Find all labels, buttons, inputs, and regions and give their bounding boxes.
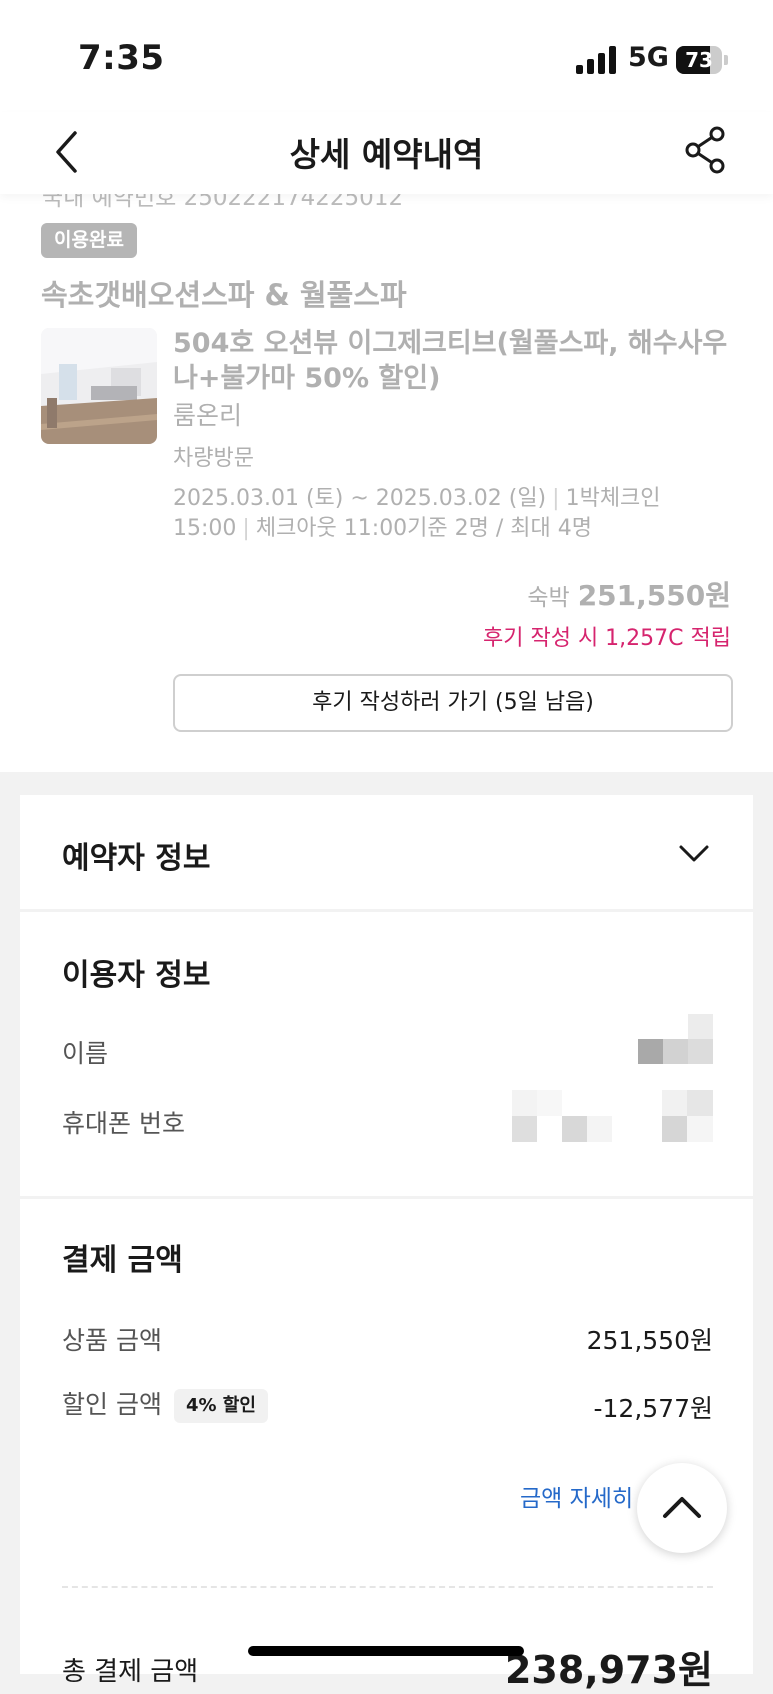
price-label: 숙박: [527, 585, 570, 611]
visit-method: 차량방문: [173, 446, 254, 471]
phone-value-redacted: [512, 1090, 713, 1142]
home-indicator[interactable]: [248, 1646, 524, 1656]
product-price-value: 251,550원: [586, 1326, 713, 1355]
page-title: 상세 예약내역: [289, 135, 484, 174]
phone-label: 휴대폰 번호: [62, 1109, 185, 1138]
product-price-label: 상품 금액: [62, 1326, 162, 1355]
discount-value: -12,577원: [593, 1394, 714, 1423]
divider: [62, 1586, 713, 1588]
total-price-value: 238,973원: [504, 1648, 713, 1692]
payment-section: 결제 금액 상품 금액 251,550원 할인 금액 4% 할인 -12,577원…: [20, 1199, 753, 1692]
booker-info-title: 예약자 정보: [62, 841, 211, 876]
reservation-card: 국내 예약번호 250222174225012 이용완료 속초갯배오션스파 & …: [0, 194, 773, 772]
payment-title: 결제 금액: [62, 1243, 183, 1278]
write-review-button[interactable]: 후기 작성하러 가기 (5일 남음): [173, 674, 733, 732]
status-badge: 이용완료: [41, 223, 137, 258]
total-price-label: 총 결제 금액: [62, 1657, 199, 1687]
room-thumbnail[interactable]: [41, 328, 157, 444]
nights-checkin: 1박체크인: [565, 486, 661, 511]
signal-icon: [576, 46, 618, 74]
top-nav-bar: 상세 예약내역: [0, 112, 773, 194]
user-info-section: 이용자 정보 이름 휴대폰 번호: [20, 912, 753, 1196]
discount-label: 할인 금액: [62, 1390, 162, 1419]
share-button[interactable]: [680, 124, 732, 176]
room-type: 룸온리: [173, 401, 243, 430]
date-range: 2025.03.01 (토) ~ 2025.03.02 (일): [173, 486, 547, 511]
scroll-top-button[interactable]: [637, 1463, 727, 1553]
chevron-down-icon[interactable]: [676, 835, 712, 871]
chevron-up-icon: [663, 1497, 701, 1518]
price-value: 251,550원: [577, 579, 731, 612]
review-point-notice: 후기 작성 시 1,257C 적립: [483, 626, 731, 651]
reservation-number: 국내 예약번호 250222174225012: [42, 194, 404, 211]
stay-price: 숙박 251,550원: [527, 574, 731, 614]
room-name: 504호 오션뷰 이그제크티브(월풀스파, 해수사우나+불가마 50% 할인): [173, 328, 728, 394]
booker-info-section[interactable]: 예약자 정보: [20, 795, 753, 909]
checkout-info: 체크아웃 11:00기준 2명 / 최대 4명: [255, 516, 593, 541]
network-type: 5G: [628, 42, 669, 73]
discount-row: 할인 금액 4% 할인: [62, 1385, 268, 1423]
user-info-title: 이용자 정보: [62, 958, 211, 993]
name-value-redacted: [638, 1014, 713, 1064]
discount-badge: 4% 할인: [173, 1389, 268, 1423]
status-time: 7:35: [78, 38, 165, 78]
status-bar: 7:35 5G 73: [0, 0, 773, 112]
share-icon: [685, 126, 725, 174]
checkin-time: 15:00: [173, 516, 237, 541]
battery-icon: 73: [676, 46, 730, 74]
battery-level: 73: [685, 48, 713, 72]
stay-dates: 2025.03.01 (토) ~ 2025.03.02 (일) | 1박체크인 15…: [173, 486, 661, 541]
name-label: 이름: [62, 1039, 109, 1068]
hotel-name[interactable]: 속초갯배오션스파 & 월풀스파: [41, 272, 407, 314]
